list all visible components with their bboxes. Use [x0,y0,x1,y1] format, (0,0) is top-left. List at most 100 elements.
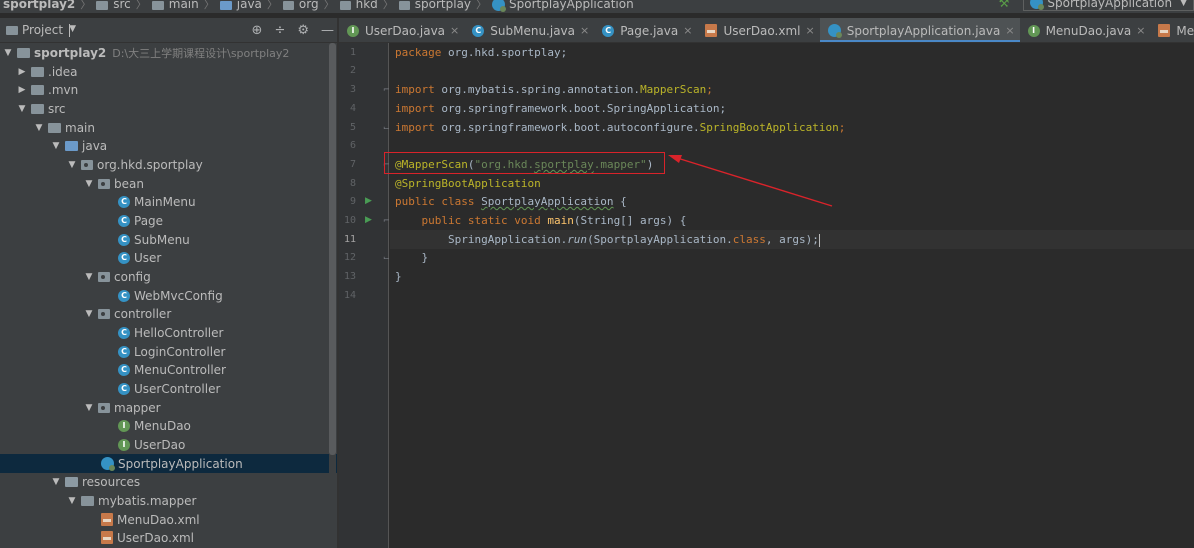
tree-item-label: WebMvcConfig [134,288,223,303]
tab-page-java[interactable]: C Page.java × [594,18,697,42]
tree-item-label: SportplayApplication [118,456,243,471]
tab-userdao-java[interactable]: I UserDao.java × [339,18,464,42]
editor-gutter: 1 2 3 4 5 6 7 8 9 10 11 12 13 14 ▶ ▶ ⌐ ⌙… [339,43,391,548]
project-panel-title: Project [22,23,64,37]
tree-item-java[interactable]: ▼ java [0,136,330,155]
tree-item-mvn[interactable]: ▶ .mvn [0,80,330,99]
xml-file-icon [1158,24,1171,37]
tab-userdao-xml[interactable]: UserDao.xml × [697,18,819,42]
locate-target-icon[interactable]: ⊕ [252,23,263,38]
tab-menudao-xml[interactable]: MenuDao.xm [1150,18,1194,42]
collapsed-arrow-icon[interactable]: ▶ [16,67,28,77]
tree-item-label: MenuDao.xml [117,512,200,527]
breadcrumb-item-java[interactable]: java [237,0,262,11]
run-gutter-icon[interactable]: ▶ [365,192,373,211]
run-gutter-icon[interactable]: ▶ [365,211,373,230]
tree-item-submenu[interactable]: C SubMenu [0,230,330,249]
tree-item-userdao-xml[interactable]: UserDao.xml [0,528,330,547]
fold-marker-icon[interactable]: ⌙ [383,248,391,267]
tree-item-page[interactable]: C Page [0,211,330,230]
gear-icon[interactable]: ⚙ [297,23,309,38]
collapsed-arrow-icon[interactable]: ▶ [16,85,28,95]
tree-item-user[interactable]: C User [0,248,330,267]
tree-item-label: resources [82,474,141,489]
tree-item-mainmenu[interactable]: C MainMenu [0,192,330,211]
project-view-selector[interactable]: Project ▼ [6,23,76,37]
tab-label: SubMenu.java [490,23,576,38]
breadcrumb-item-org[interactable]: org [299,0,319,11]
tree-item-label: MenuDao [134,418,191,433]
tree-item-main[interactable]: ▼ main [0,118,330,137]
fold-marker-icon[interactable]: ⌐ [383,80,391,99]
expand-arrow-icon[interactable]: ▼ [83,179,95,189]
fold-marker-icon[interactable]: ⌙ [383,118,391,137]
spring-app-icon [1030,0,1045,10]
breadcrumb-item-src[interactable]: src [113,0,131,11]
close-icon[interactable]: × [1136,24,1145,37]
tree-item-webmvcconfig[interactable]: C WebMvcConfig [0,286,330,305]
project-scrollbar[interactable] [329,43,336,548]
close-icon[interactable]: × [683,24,692,37]
hide-panel-icon[interactable]: — [321,23,334,38]
collapse-all-icon[interactable]: ÷ [274,23,285,38]
tree-item-config[interactable]: ▼ config [0,267,330,286]
tree-item-menudao-xml[interactable]: MenuDao.xml [0,510,330,529]
expand-arrow-icon[interactable]: ▼ [50,141,62,151]
tree-item-label: src [48,101,66,116]
breadcrumb-item-sportplay[interactable]: sportplay [415,0,471,11]
breadcrumb-item-main[interactable]: main [169,0,199,11]
tree-item-idea[interactable]: ▶ .idea [0,62,330,81]
expand-arrow-icon[interactable]: ▼ [66,160,78,170]
chevron-down-icon: ▼ [1180,0,1187,8]
expand-arrow-icon[interactable]: ▼ [83,403,95,413]
expand-arrow-icon[interactable]: ▼ [16,104,28,114]
tree-item-logincontroller[interactable]: C LoginController [0,342,330,361]
code-editor[interactable]: 1 2 3 4 5 6 7 8 9 10 11 12 13 14 ▶ ▶ ⌐ ⌙… [339,43,1194,548]
breadcrumb-item-hkd[interactable]: hkd [356,0,378,11]
tree-item-package-root[interactable]: ▼ org.hkd.sportplay [0,155,330,174]
tree-item-userdao[interactable]: I UserDao [0,435,330,454]
tab-sportplayapplication-java[interactable]: SportplayApplication.java × [819,18,1020,42]
tree-item-menudao[interactable]: I MenuDao [0,416,330,435]
tree-item-project-root[interactable]: ▼ sportplay2 D:\大三上学期课程设计\sportplay2 [0,43,330,62]
expand-arrow-icon[interactable]: ▼ [83,272,95,282]
expand-arrow-icon[interactable]: ▼ [33,123,45,133]
tab-submenu-java[interactable]: C SubMenu.java × [464,18,594,42]
tree-item-usercontroller[interactable]: C UserController [0,379,330,398]
tree-item-label: .mvn [48,82,79,97]
tree-item-mapper[interactable]: ▼ mapper [0,398,330,417]
close-icon[interactable]: × [1005,24,1014,37]
tree-item-label: controller [114,306,172,321]
tree-item-src[interactable]: ▼ src [0,99,330,118]
tree-item-menucontroller[interactable]: C MenuController [0,360,330,379]
tab-menudao-java[interactable]: I MenuDao.java × [1020,18,1151,42]
tree-item-bean[interactable]: ▼ bean [0,174,330,193]
expand-arrow-icon[interactable]: ▼ [50,477,62,487]
xml-file-icon [705,24,718,37]
package-icon [339,0,351,10]
close-icon[interactable]: × [805,24,814,37]
tree-item-label: mapper [114,400,161,415]
project-path: D:\大三上学期课程设计\sportplay2 [112,46,290,60]
tree-item-controller[interactable]: ▼ controller [0,304,330,323]
expand-arrow-icon[interactable]: ▼ [66,496,78,506]
tree-item-label: config [114,269,151,284]
expand-arrow-icon[interactable]: ▼ [83,309,95,319]
breadcrumb-item-class[interactable]: SportplayApplication [509,0,634,11]
package-icon [81,159,93,170]
build-hammer-icon[interactable]: ⚒ [999,0,1010,10]
fold-marker-icon[interactable]: ⌐ [383,211,391,230]
java-class-icon: C [118,363,130,376]
expand-arrow-icon[interactable]: ▼ [2,48,14,58]
close-icon[interactable]: × [450,24,459,37]
tree-item-mybatis-mapper[interactable]: ▼ mybatis.mapper [0,491,330,510]
breadcrumb-item-project[interactable]: sportplay2 [3,0,75,11]
run-config-selector[interactable]: SportplayApplication ▼ [1023,0,1194,11]
close-icon[interactable]: × [580,24,589,37]
tree-item-hellocontroller[interactable]: C HelloController [0,323,330,342]
tree-item-resources[interactable]: ▼ resources [0,472,330,491]
spring-app-icon [492,0,507,12]
folder-icon [96,0,109,10]
scrollbar-thumb[interactable] [329,43,336,455]
tree-item-sportplayapplication[interactable]: SportplayApplication [0,454,338,473]
